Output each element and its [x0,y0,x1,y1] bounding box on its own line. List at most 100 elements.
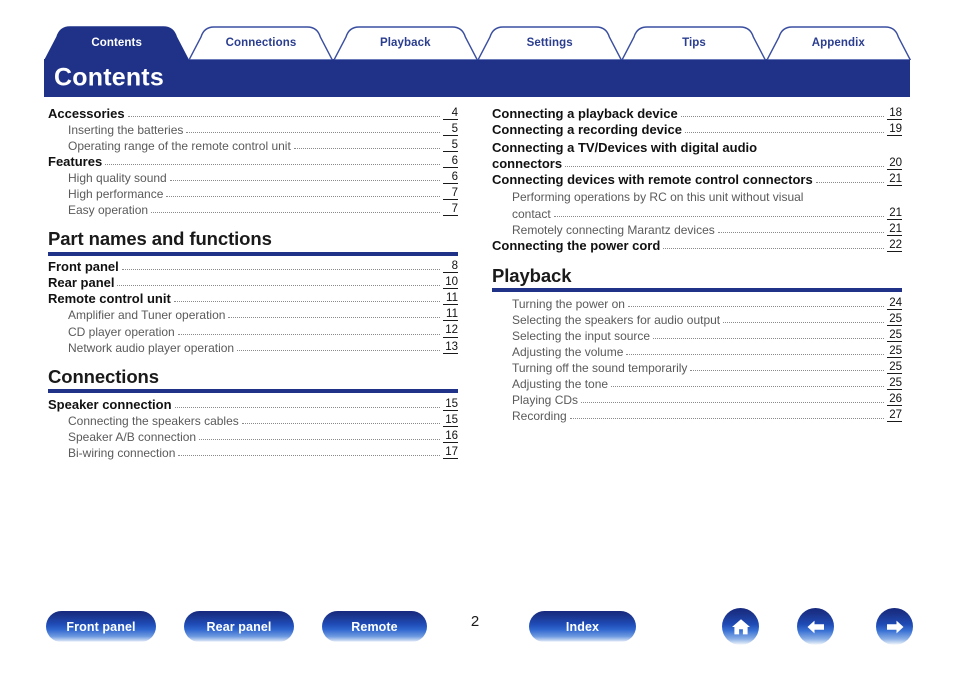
leader-dots [581,402,884,404]
toc-entry[interactable]: Selecting the input source 25 [492,327,902,343]
toc-section-heading: Playback [492,264,572,286]
tab-connections[interactable]: Connections [188,26,334,60]
toc-entry-page-number[interactable]: 21 [887,223,902,237]
toc-entry-label: Connecting devices with remote control c… [492,172,813,188]
toc-entry-wrapped-line[interactable]: Connecting a TV/Devices with digital aud… [492,137,902,156]
toc-entry[interactable]: Turning the power on 24 [492,295,902,311]
toc-entry[interactable]: Connecting a recording device 19 [492,121,902,137]
toc-entry[interactable]: Turning off the sound temporarily 25 [492,359,902,375]
toc-entry[interactable]: Amplifier and Tuner operation 11 [48,307,458,323]
toc-entry[interactable]: High quality sound 6 [48,169,458,185]
toc-entry[interactable]: Playing CDs 26 [492,392,902,408]
toc-entry[interactable]: Remote control unit 11 [48,291,458,307]
footer-button-label: Remote [351,619,398,634]
toc-entry[interactable]: CD player operation 12 [48,323,458,339]
toc-entry[interactable]: contact 21 [492,206,902,222]
toc-entry[interactable]: Inserting the batteries 5 [48,121,458,137]
toc-entry[interactable]: Bi-wiring connection 17 [48,445,458,461]
tab-tips[interactable]: Tips [621,26,767,60]
toc-entry-page-number[interactable]: 22 [887,239,902,253]
tab-appendix[interactable]: Appendix [765,26,911,60]
leader-dots [553,216,884,218]
toc-entry[interactable]: Speaker connection 15 [48,396,458,412]
toc-entry-page-number[interactable]: 21 [887,207,902,221]
toc-entry[interactable]: Accessories 4 [48,105,458,121]
toc-entry-page-number[interactable]: 5 [443,139,458,152]
toc-entry[interactable]: Operating range of the remote control un… [48,137,458,153]
tab-playback[interactable]: Playback [332,26,478,60]
section-divider [492,288,902,293]
arrow-right-icon[interactable] [876,608,913,645]
toc-entry[interactable]: Easy operation 7 [48,201,458,217]
toc-entry-page-number[interactable]: 25 [887,329,902,342]
toc-entry-page-number[interactable]: 21 [887,173,902,187]
toc-entry-page-number[interactable]: 15 [443,398,458,411]
toc-entry[interactable]: Connecting the power cord 22 [492,238,902,254]
toc-column-right: Connecting a playback device 18 Connecting… [492,105,902,424]
toc-entry-page-number[interactable]: 26 [887,393,902,407]
footer-button-rear-panel[interactable]: Rear panel [184,611,294,642]
toc-entry[interactable]: connectors 20 [492,156,902,172]
toc-entry-page-number[interactable]: 17 [443,446,458,460]
toc-entry[interactable]: Connecting devices with remote control c… [492,172,902,188]
toc-entry[interactable]: Selecting the speakers for audio output 2… [492,311,902,327]
toc-entry-page-number[interactable]: 8 [443,260,458,274]
leader-dots [178,455,440,457]
toc-entry[interactable]: Network audio player operation 13 [48,339,458,355]
toc-entry-page-number[interactable]: 20 [887,157,902,171]
toc-entry[interactable]: High performance 7 [48,185,458,201]
toc-entry-label: connectors [492,156,563,172]
toc-entry[interactable]: Speaker A/B connection 16 [48,428,458,444]
toc-entry-page-number[interactable]: 24 [887,297,902,310]
toc-entry-page-number[interactable]: 12 [443,324,458,338]
toc-entry-page-number[interactable]: 27 [887,409,902,423]
toc-entry[interactable]: Rear panel 10 [48,275,458,291]
arrow-left-icon[interactable] [797,608,834,645]
toc-entry-page-number[interactable]: 25 [887,313,902,326]
toc-entry-page-number[interactable]: 5 [443,123,458,136]
toc-entry-page-number[interactable]: 10 [443,276,458,290]
toc-entry-page-number[interactable]: 7 [443,187,458,200]
toc-entry-label: Remote control unit [48,291,171,307]
leader-dots [186,131,440,133]
toc-entry[interactable]: Remotely connecting Marantz devices 21 [492,222,902,238]
toc-entry[interactable]: Front panel 8 [48,259,458,275]
toc-entry-page-number[interactable]: 11 [443,308,458,322]
toc-entry-page-number[interactable]: 18 [887,107,902,120]
footer-button-index[interactable]: Index [529,611,636,642]
toc-entry-page-number[interactable]: 25 [887,377,902,391]
footer-button-front-panel[interactable]: Front panel [46,611,156,642]
toc-entry[interactable]: Recording 27 [492,408,902,424]
leader-dots [685,131,884,133]
toc-entry-label: Speaker connection [48,396,172,412]
footer-button-label: Index [565,619,600,634]
tab-contents[interactable]: Contents [44,26,190,60]
leader-dots [121,269,440,271]
toc-entry-page-number[interactable]: 19 [887,123,902,136]
toc-entry-wrapped-line[interactable]: Performing operations by RC on this unit… [492,188,902,206]
toc-entry-page-number[interactable]: 13 [443,341,458,354]
leader-dots [177,333,440,335]
toc-entry-label: Remotely connecting Marantz devices [512,223,715,238]
toc-entry-page-number[interactable]: 25 [887,345,902,358]
toc-entry-page-number[interactable]: 6 [443,171,458,184]
tab-label: Settings [526,37,573,49]
toc-entry-page-number[interactable]: 25 [887,361,902,374]
toc-entry-page-number[interactable]: 6 [443,155,458,168]
tab-bar: Contents Connections Playback Settings Tips A… [44,26,911,60]
toc-entry-page-number[interactable]: 7 [443,203,458,216]
toc-entry-label: Rear panel [48,275,115,291]
footer-button-remote[interactable]: Remote [322,611,427,642]
toc-entry[interactable]: Adjusting the volume 25 [492,343,902,359]
toc-entry-page-number[interactable]: 16 [443,430,458,444]
toc-entry[interactable]: Connecting a playback device 18 [492,105,902,121]
tab-settings[interactable]: Settings [477,26,623,60]
toc-entry[interactable]: Adjusting the tone 25 [492,376,902,392]
toc-entry-page-number[interactable]: 15 [443,414,458,427]
toc-entry-page-number[interactable]: 11 [443,292,458,306]
home-icon[interactable] [722,608,759,645]
leader-dots [174,406,440,408]
toc-entry[interactable]: Connecting the speakers cables 15 [48,412,458,428]
toc-entry[interactable]: Features 6 [48,153,458,169]
toc-entry-page-number[interactable]: 4 [443,107,458,120]
